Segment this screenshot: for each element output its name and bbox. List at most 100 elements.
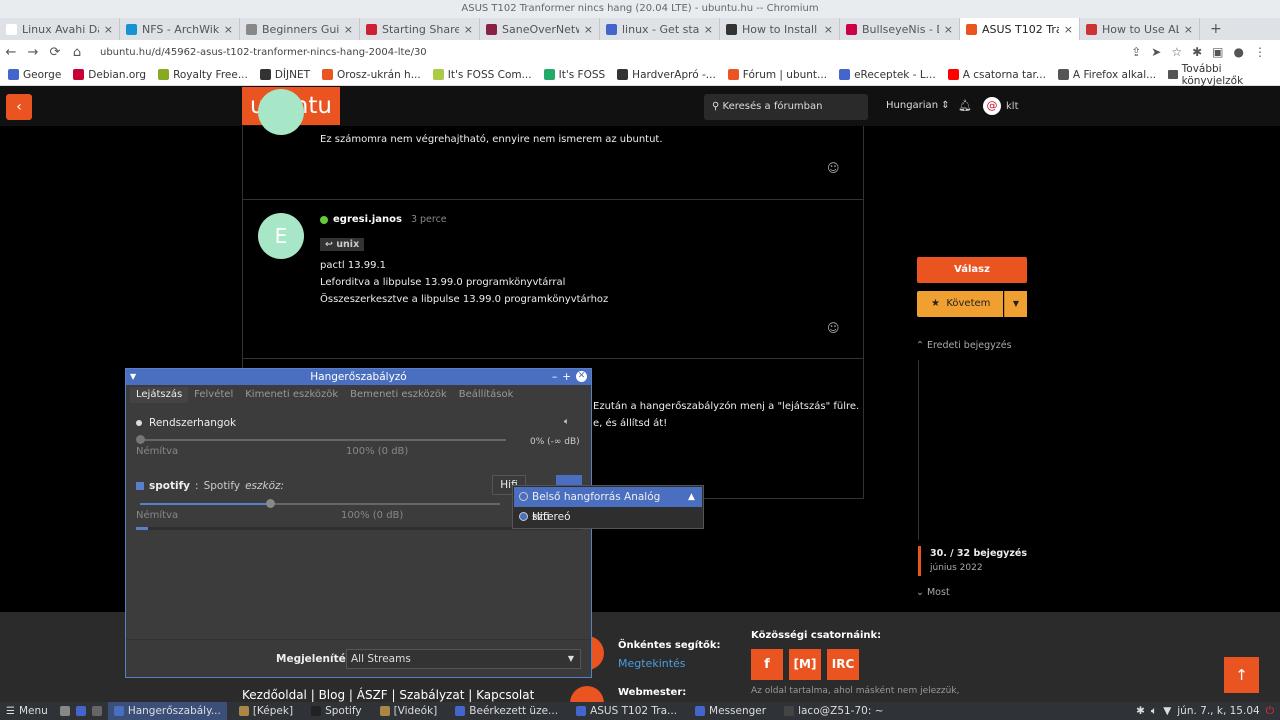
star-icon[interactable]: ☆ xyxy=(1171,45,1182,59)
clock[interactable]: jún. 7., k, 15.04 xyxy=(1177,705,1259,717)
power-icon[interactable]: ⏻ xyxy=(1266,705,1274,718)
follow-button[interactable]: ★ Követem xyxy=(917,291,1003,317)
browser-tab[interactable]: NFS - ArchWiki × xyxy=(120,18,240,40)
taskbar-item[interactable]: Hangerőszabály... xyxy=(107,702,227,720)
bookmark[interactable]: George xyxy=(8,69,61,81)
bookmark[interactable]: A Firefox alkal... xyxy=(1057,69,1156,81)
bookmark[interactable]: It's FOSS xyxy=(543,69,605,81)
taskbar-item[interactable]: Spotify xyxy=(305,702,368,720)
scrubber-track[interactable] xyxy=(918,360,919,540)
reply-button[interactable]: Válasz xyxy=(917,257,1027,283)
url-field[interactable]: ubuntu.hu/d/45962-asus-t102-tranformer-n… xyxy=(100,47,427,58)
forum-search[interactable]: ⚲ Keresés a fórumban xyxy=(704,94,868,120)
close-tab-icon[interactable]: × xyxy=(224,23,233,36)
view-volunteers-link[interactable]: Megtekintés xyxy=(618,657,686,670)
display-select[interactable]: All Streams ▼ xyxy=(346,649,581,669)
bookmark[interactable]: DÍJNET xyxy=(259,69,310,81)
device-option[interactable]: Hifi xyxy=(514,507,702,527)
browser-tab[interactable]: How to Use AL × xyxy=(1080,18,1200,40)
reload-icon[interactable]: ⟳ xyxy=(44,45,66,60)
home-icon[interactable]: ⌂ xyxy=(66,45,88,60)
window-titlebar[interactable]: ▼ Hangerőszabályzó – + ✕ xyxy=(126,369,591,385)
browser-tab[interactable]: How to Install a× xyxy=(720,18,840,40)
extensions-icon[interactable]: ✱ xyxy=(1192,45,1202,59)
launcher-icons[interactable] xyxy=(54,702,108,720)
bookmark[interactable]: HardverApró -... xyxy=(617,69,716,81)
bookmark[interactable]: It's FOSS Com... xyxy=(432,69,532,81)
slider-handle[interactable] xyxy=(265,499,275,508)
close-tab-icon[interactable]: × xyxy=(824,23,833,36)
close-icon[interactable]: ✕ xyxy=(576,371,587,382)
volume-slider[interactable] xyxy=(140,499,500,508)
author-name[interactable]: egresi.janos xyxy=(333,214,402,225)
taskbar-item[interactable]: ASUS T102 Tra... xyxy=(570,702,683,720)
browser-tab[interactable]: Linux Avahi Da × xyxy=(0,18,120,40)
browser-tab[interactable]: SaneOverNetw × xyxy=(480,18,600,40)
close-tab-icon[interactable]: × xyxy=(1184,23,1193,36)
start-menu[interactable]: ☰ Menu xyxy=(0,702,54,720)
browser-tab[interactable]: BullseyeNis - D × xyxy=(840,18,960,40)
close-tab-icon[interactable]: × xyxy=(104,23,113,36)
matrix-icon[interactable]: [M] xyxy=(789,649,821,680)
other-bookmarks[interactable]: További könyvjelzők xyxy=(1168,63,1280,87)
avatar[interactable]: E xyxy=(258,213,304,259)
username[interactable]: klt xyxy=(1006,101,1019,112)
forward-arrow-icon[interactable]: → xyxy=(22,45,44,60)
latest-link[interactable]: ⌄ Most xyxy=(916,587,950,598)
close-tab-icon[interactable]: × xyxy=(464,23,473,36)
taskbar-item[interactable]: [Videók] xyxy=(374,702,444,720)
close-tab-icon[interactable]: × xyxy=(704,23,713,36)
minimize-icon[interactable]: – xyxy=(552,369,557,385)
mute-icon[interactable]: 🔈︎ xyxy=(564,417,569,427)
back-button[interactable]: ‹ xyxy=(6,94,32,120)
user-avatar[interactable]: @ xyxy=(983,97,1001,115)
taskbar-item[interactable]: Messenger xyxy=(689,702,772,720)
bookmark[interactable]: A csatorna tar... xyxy=(947,69,1046,81)
taskbar-item[interactable]: Beérkezett üze... xyxy=(449,702,564,720)
reply-to-badge[interactable]: ↩ unix xyxy=(320,238,365,251)
taskbar-item[interactable]: laco@Z51-70: ~ xyxy=(778,702,889,720)
facebook-icon[interactable]: f xyxy=(751,649,783,680)
original-post-link[interactable]: ⌃ Eredeti bejegyzés xyxy=(916,340,1012,351)
close-tab-icon[interactable]: × xyxy=(1064,23,1073,36)
browser-tab[interactable]: ASUS T102 Tra × xyxy=(960,18,1080,40)
footer-links[interactable]: Kezdőoldal | Blog | ÁSZF | Szabályzat | … xyxy=(242,688,534,702)
taskbar-item[interactable]: [Képek] xyxy=(233,702,299,720)
slider-handle[interactable] xyxy=(136,435,145,444)
sidepanel-icon[interactable]: ▣ xyxy=(1212,45,1223,59)
maximize-icon[interactable]: + xyxy=(562,369,571,385)
close-tab-icon[interactable]: × xyxy=(944,23,953,36)
send-icon[interactable]: ➤ xyxy=(1151,45,1161,59)
bookmark[interactable]: Debian.org xyxy=(73,69,146,81)
new-tab-button[interactable]: + xyxy=(1200,21,1232,37)
tab-output-devices[interactable]: Kimeneti eszközök xyxy=(239,387,344,403)
scroll-to-top-button[interactable]: ↑ xyxy=(1224,657,1259,693)
bookmark[interactable]: eReceptek - L... xyxy=(839,69,936,81)
reaction-icon[interactable]: ☺ xyxy=(827,321,840,335)
tab-playback[interactable]: Lejátszás xyxy=(130,387,189,403)
bookmark[interactable]: Orosz-ukrán h... xyxy=(322,69,421,81)
share-icon[interactable]: ⇪ xyxy=(1131,45,1141,59)
close-tab-icon[interactable]: × xyxy=(584,23,593,36)
tab-recording[interactable]: Felvétel xyxy=(188,387,239,403)
window-menu-icon[interactable]: ▼ xyxy=(130,369,136,385)
browser-tab[interactable]: Starting Share × xyxy=(360,18,480,40)
bluetooth-icon[interactable]: ✱ xyxy=(1136,705,1145,717)
volume-slider[interactable] xyxy=(136,435,506,444)
tab-configuration[interactable]: Beállítások xyxy=(453,387,520,403)
reaction-icon[interactable]: ☺ xyxy=(827,161,840,175)
scrubber-handle[interactable] xyxy=(918,546,921,576)
back-arrow-icon[interactable]: ← xyxy=(0,45,22,60)
browser-tab[interactable]: Beginners Guid × xyxy=(240,18,360,40)
menu-icon[interactable]: ⋮ xyxy=(1254,45,1266,59)
profile-icon[interactable]: ● xyxy=(1234,45,1244,59)
bookmark[interactable]: Fórum | ubunt... xyxy=(727,69,827,81)
volume-icon[interactable]: 🔈︎ xyxy=(1151,705,1157,718)
device-option[interactable]: Belső hangforrás Analóg sztereó xyxy=(514,487,702,523)
irc-icon[interactable]: IRC xyxy=(827,649,859,680)
follow-dropdown[interactable]: ▼ xyxy=(1004,291,1027,317)
language-selector[interactable]: Hungarian ⇕ xyxy=(886,100,950,111)
browser-tab[interactable]: linux - Get stat × xyxy=(600,18,720,40)
bookmark[interactable]: Royalty Free... xyxy=(158,69,248,81)
close-tab-icon[interactable]: × xyxy=(344,23,353,36)
